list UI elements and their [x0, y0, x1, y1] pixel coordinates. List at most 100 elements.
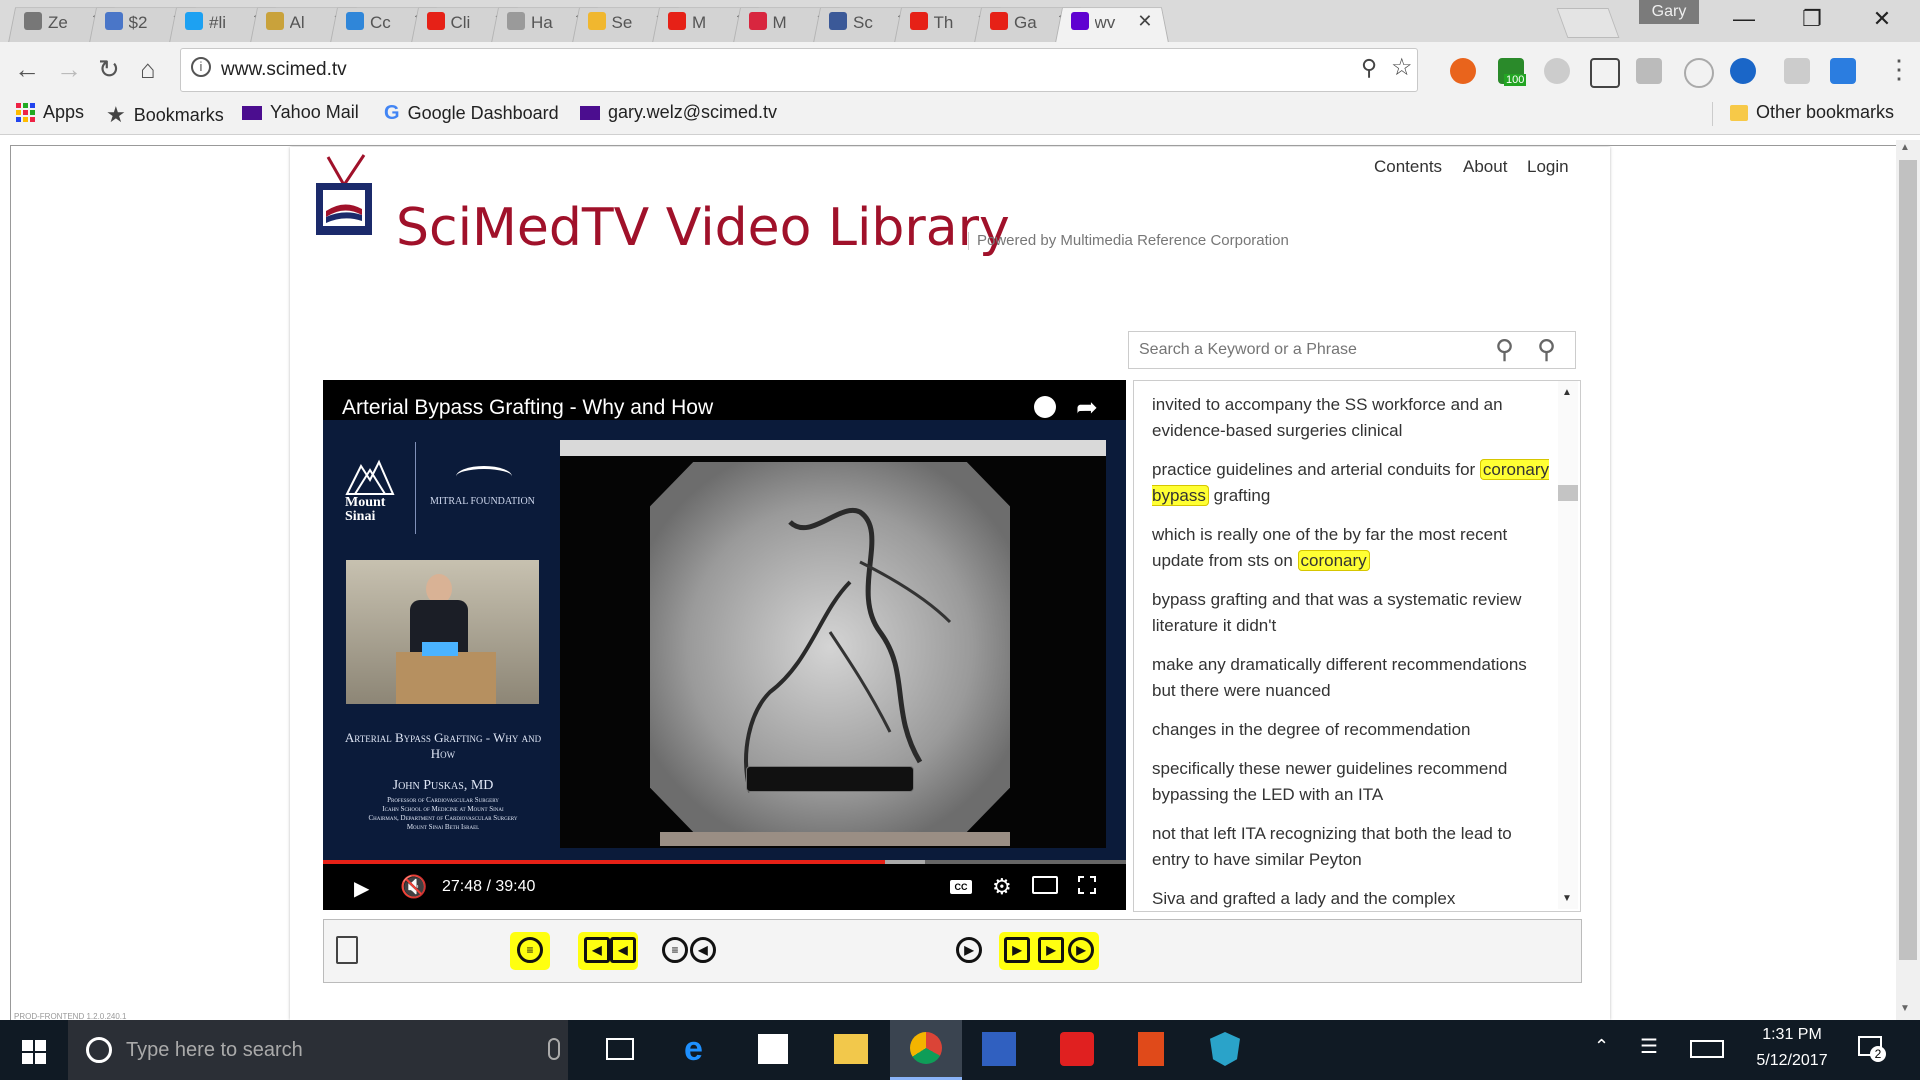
cast-icon[interactable]	[1032, 876, 1058, 894]
first-segment-button[interactable]: ◀	[584, 937, 610, 963]
mute-icon[interactable]: 🔇	[400, 874, 427, 900]
transcript-scroll-up-icon[interactable]: ▲	[1562, 387, 1572, 398]
transcript-segment[interactable]: changes in the degree of recommendation	[1152, 717, 1550, 743]
credential-line: Professor of Cardiovascular Surgery	[387, 796, 499, 804]
chrome-icon	[910, 1032, 942, 1064]
mail-icon	[580, 105, 600, 120]
search-ext-icon[interactable]	[1684, 58, 1714, 88]
taskbar-search[interactable]: Type here to search	[68, 1020, 568, 1080]
search-icon[interactable]: ⚲	[1495, 334, 1514, 365]
restore-icon[interactable]: ❐	[1792, 6, 1832, 32]
transcript-scroll-thumb[interactable]	[1558, 485, 1578, 501]
translate-icon[interactable]	[1830, 58, 1856, 84]
lines-icon	[265, 12, 284, 30]
reader-app-icon[interactable]	[1060, 1032, 1094, 1066]
action-center-icon[interactable]: 2	[1858, 1036, 1886, 1062]
bookmark-label: Google Dashboard	[407, 103, 559, 123]
fullscreen-icon[interactable]	[1078, 876, 1096, 894]
watch-later-icon[interactable]	[1034, 396, 1056, 418]
tab-close-icon[interactable]: ✕	[1137, 11, 1152, 32]
minimize-icon[interactable]: —	[1724, 6, 1764, 32]
windows-start-icon[interactable]	[22, 1040, 46, 1064]
show-hidden-icons[interactable]: ⌃	[1594, 1036, 1609, 1057]
star-filled-icon: ★	[106, 102, 126, 127]
browser-tab[interactable]: wv ✕	[1054, 2, 1169, 43]
new-tab-button[interactable]	[1556, 8, 1620, 38]
next-segment-button[interactable]: ▶	[1004, 937, 1030, 963]
bookmark-google-dashboard[interactable]: G Google Dashboard	[384, 102, 559, 125]
close-window-icon[interactable]: ✕	[1862, 6, 1902, 32]
nav-about[interactable]: About	[1463, 157, 1507, 177]
wifi-icon[interactable]: ☰	[1640, 1034, 1658, 1059]
extension-badge-icon[interactable]: 100	[1498, 58, 1527, 86]
forward-icon[interactable]: →	[56, 54, 82, 85]
transcript-segment[interactable]: not that left ITA recognizing that both …	[1152, 821, 1550, 873]
keyword-highlight[interactable]: coronary	[1297, 550, 1370, 571]
bookmark-yahoo-mail[interactable]: Yahoo Mail	[242, 102, 359, 123]
play-icon[interactable]: ▶	[354, 876, 369, 901]
task-view-icon[interactable]	[606, 1038, 634, 1060]
captions-icon[interactable]: CC	[950, 880, 972, 894]
pen-icon[interactable]	[1590, 58, 1620, 88]
settings-icon[interactable]: ⚙	[992, 874, 1012, 900]
home-icon[interactable]: ⌂	[140, 54, 156, 85]
list-button[interactable]: ≡	[662, 937, 688, 963]
edge-icon[interactable]: e	[684, 1030, 703, 1069]
transcript-segment[interactable]: Siva and grafted a lady and the complex	[1152, 886, 1550, 911]
duckduckgo-icon[interactable]	[1450, 58, 1476, 84]
transcript-panel[interactable]: invited to accompany the SS workforce an…	[1133, 380, 1581, 912]
menu-icon[interactable]: ⋮	[1886, 54, 1912, 85]
share-icon[interactable]: ➦	[1076, 392, 1098, 423]
transcript-file-icon[interactable]	[336, 936, 358, 964]
app-icon[interactable]	[982, 1032, 1016, 1066]
nav-login[interactable]: Login	[1527, 157, 1569, 177]
reload-icon[interactable]: ↻	[98, 54, 120, 85]
prev-segment-button[interactable]: ◀	[610, 937, 636, 963]
reader-icon[interactable]	[1636, 58, 1662, 84]
forward-button[interactable]: ▶	[956, 937, 982, 963]
keyword-search[interactable]: ⚲ ⚲	[1128, 331, 1576, 369]
zoom-icon[interactable]: ⚲	[1361, 55, 1377, 81]
chrome-taskbar-button[interactable]	[890, 1020, 962, 1080]
store-icon[interactable]	[758, 1034, 788, 1064]
last-segment-button[interactable]: ▶	[1038, 937, 1064, 963]
rewind-button[interactable]: ◀	[690, 937, 716, 963]
transcript-segment[interactable]: invited to accompany the SS workforce an…	[1152, 392, 1550, 444]
transcript-scroll-down-icon[interactable]: ▼	[1562, 893, 1572, 904]
star-icon[interactable]: ☆	[1391, 53, 1413, 82]
transcript-scrollbar[interactable]	[1558, 381, 1578, 909]
bookmark-apps[interactable]: Apps	[16, 102, 84, 123]
nav-contents[interactable]: Contents	[1374, 157, 1442, 177]
pdf-icon[interactable]	[1784, 58, 1810, 84]
transcript-segment[interactable]: bypass grafting and that was a systemati…	[1152, 587, 1550, 639]
profile-button[interactable]: Gary	[1639, 0, 1699, 24]
bookmark-gary-mail[interactable]: gary.welz@scimed.tv	[580, 102, 777, 123]
transcript-segment[interactable]: practice guidelines and arterial conduit…	[1152, 457, 1550, 509]
advanced-search-icon[interactable]: ⚲	[1537, 334, 1556, 365]
keyboard-icon[interactable]	[1690, 1040, 1724, 1058]
back-icon[interactable]: ←	[14, 54, 40, 85]
mascot-app-icon[interactable]	[1138, 1032, 1164, 1066]
transcript-segment[interactable]: make any dramatically different recommen…	[1152, 652, 1550, 704]
scroll-down-icon[interactable]: ▼	[1900, 1003, 1910, 1014]
taskbar-clock[interactable]: 1:31 PM 5/12/2017	[1752, 1026, 1832, 1070]
transcript-segment[interactable]: specifically these newer guidelines reco…	[1152, 756, 1550, 808]
file-explorer-icon[interactable]	[834, 1034, 868, 1064]
url-text[interactable]: www.scimed.tv	[221, 59, 347, 81]
transcript-segment[interactable]: which is really one of the by far the mo…	[1152, 522, 1550, 574]
next-hit-button[interactable]: ▶	[1068, 937, 1094, 963]
video-time: 27:48 / 39:40	[442, 878, 536, 895]
page-scroll-thumb[interactable]	[1899, 160, 1917, 960]
first-hit-button[interactable]: ≡	[517, 937, 543, 963]
amazon-icon[interactable]	[1730, 58, 1756, 84]
microphone-icon[interactable]	[548, 1038, 560, 1060]
search-input[interactable]	[1137, 338, 1481, 362]
other-bookmarks[interactable]: Other bookmarks	[1730, 102, 1894, 123]
info-icon[interactable]: i	[191, 57, 211, 77]
mitral-logo-icon	[456, 466, 512, 487]
www-icon[interactable]	[1544, 58, 1570, 84]
address-bar[interactable]: i www.scimed.tv ⚲ ☆	[180, 48, 1418, 92]
bookmark-bookmarks[interactable]: ★ Bookmarks	[106, 102, 224, 128]
scroll-up-icon[interactable]: ▲	[1900, 142, 1910, 153]
video-title[interactable]: Arterial Bypass Grafting - Why and How	[342, 396, 713, 420]
